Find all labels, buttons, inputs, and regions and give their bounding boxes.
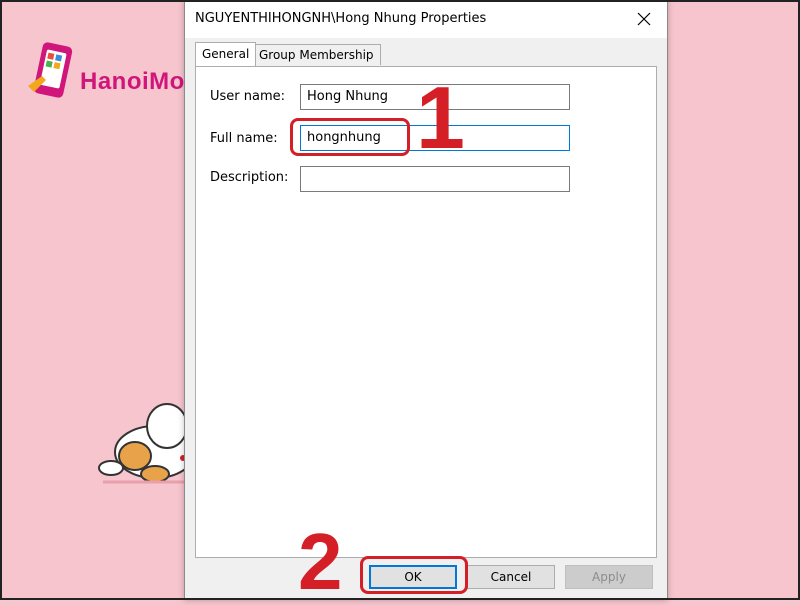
annotation-highlight-full-name bbox=[290, 118, 410, 156]
annotation-step-2: 2 bbox=[298, 517, 343, 606]
dialog-title: NGUYENTHIHONGNH\Hong Nhung Properties bbox=[195, 11, 487, 26]
description-label: Description: bbox=[210, 170, 289, 185]
apply-button: Apply bbox=[565, 565, 653, 589]
close-button[interactable] bbox=[629, 6, 659, 32]
phone-logo-icon bbox=[28, 42, 73, 98]
full-name-label: Full name: bbox=[210, 131, 278, 146]
close-icon bbox=[637, 12, 651, 26]
cancel-button[interactable]: Cancel bbox=[467, 565, 555, 589]
annotation-step-1: 1 bbox=[416, 68, 465, 167]
annotation-highlight-ok bbox=[360, 556, 468, 594]
title-bar[interactable]: NGUYENTHIHONGNH\Hong Nhung Properties bbox=[185, 0, 667, 38]
description-field[interactable] bbox=[300, 166, 570, 192]
tab-group-membership[interactable]: Group Membership bbox=[252, 44, 381, 65]
user-name-label: User name: bbox=[210, 89, 286, 104]
tab-general[interactable]: General bbox=[195, 42, 257, 66]
